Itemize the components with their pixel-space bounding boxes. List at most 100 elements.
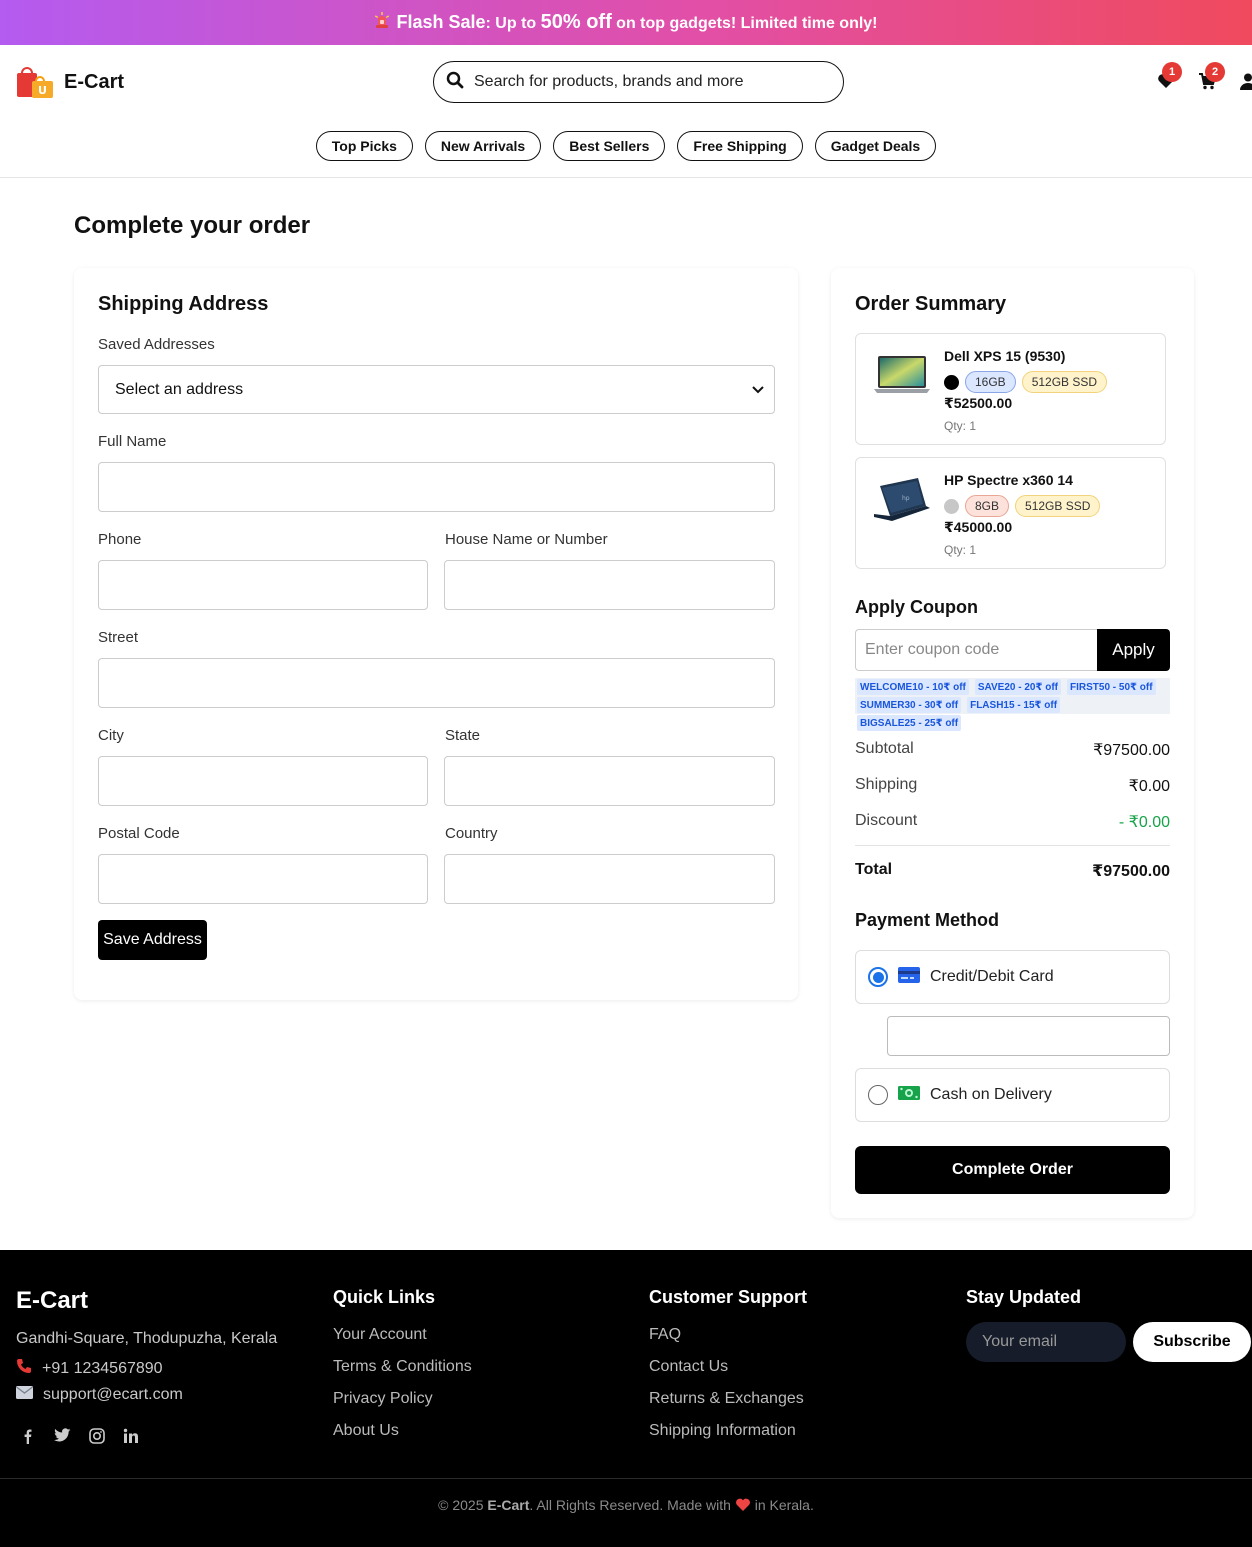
complete-order-button[interactable]: Complete Order bbox=[855, 1146, 1170, 1194]
country-input[interactable] bbox=[444, 854, 775, 904]
copy-text-2: . All Rights Reserved. Made with bbox=[529, 1497, 735, 1513]
house-input[interactable] bbox=[444, 560, 775, 610]
payment-option-cod[interactable]: Cash on Delivery bbox=[855, 1068, 1170, 1122]
subtotal-label: Subtotal bbox=[855, 740, 914, 757]
ram-tag: 8GB bbox=[965, 495, 1010, 517]
page-title: Complete your order bbox=[74, 212, 311, 239]
link-privacy[interactable]: Privacy Policy bbox=[333, 1390, 433, 1408]
coupon-code[interactable]: FIRST50 - 50₹ off bbox=[1067, 679, 1156, 695]
country-label: Country bbox=[445, 825, 498, 842]
link-shipping-info[interactable]: Shipping Information bbox=[649, 1422, 796, 1440]
pill-gadget-deals[interactable]: Gadget Deals bbox=[814, 131, 937, 161]
cash-icon bbox=[898, 1085, 920, 1106]
heart-icon bbox=[735, 1498, 751, 1515]
apply-coupon-button[interactable]: Apply bbox=[1097, 629, 1170, 671]
city-input[interactable] bbox=[98, 756, 428, 806]
instagram-icon[interactable] bbox=[89, 1428, 105, 1449]
state-input[interactable] bbox=[444, 756, 775, 806]
full-name-input[interactable] bbox=[98, 462, 775, 512]
subscribe-button[interactable]: Subscribe bbox=[1133, 1322, 1251, 1362]
card-label: Credit/Debit Card bbox=[930, 968, 1054, 985]
link-faq[interactable]: FAQ bbox=[649, 1326, 681, 1344]
shipping-value: ₹0.00 bbox=[1128, 778, 1170, 795]
siren-icon bbox=[374, 11, 390, 34]
coupon-code[interactable]: SAVE20 - 20₹ off bbox=[974, 679, 1061, 695]
link-contact[interactable]: Contact Us bbox=[649, 1358, 728, 1376]
coupon-code[interactable]: SUMMER30 - 30₹ off bbox=[857, 697, 962, 713]
newsletter-email-input[interactable]: Your email bbox=[966, 1322, 1126, 1362]
postal-code-input[interactable] bbox=[98, 854, 428, 904]
coupon-code-list: WELCOME10 - 10₹ off SAVE20 - 20₹ off FIR… bbox=[855, 678, 1170, 731]
banner-text-2: on top gadgets! Limited time only! bbox=[611, 15, 878, 32]
discount-row: Discount - ₹0.00 bbox=[855, 812, 1170, 832]
copy-text-3: in Kerala. bbox=[750, 1497, 814, 1513]
coupon-input[interactable] bbox=[855, 629, 1097, 671]
phone-icon bbox=[16, 1358, 32, 1379]
storage-tag: 512GB SSD bbox=[1015, 495, 1101, 517]
svg-text:hp: hp bbox=[902, 495, 910, 502]
footer-phone: +91 1234567890 bbox=[42, 1359, 163, 1377]
coupon-code[interactable]: BIGSALE25 - 25₹ off bbox=[857, 715, 962, 731]
coupon-code[interactable]: FLASH15 - 15₹ off bbox=[967, 697, 1061, 713]
search-bar[interactable] bbox=[433, 61, 844, 103]
link-returns[interactable]: Returns & Exchanges bbox=[649, 1390, 804, 1408]
header-icons: 1 2 bbox=[1152, 62, 1252, 97]
twitter-icon[interactable] bbox=[54, 1428, 71, 1449]
banner-bold: Flash Sale bbox=[396, 12, 486, 32]
pill-free-shipping[interactable]: Free Shipping bbox=[677, 131, 803, 161]
apply-coupon-title: Apply Coupon bbox=[855, 597, 978, 617]
copy-brand: E-Cart bbox=[487, 1497, 530, 1513]
total-label: Total bbox=[855, 861, 893, 878]
shipping-row: Shipping ₹0.00 bbox=[855, 776, 1170, 796]
link-terms[interactable]: Terms & Conditions bbox=[333, 1358, 472, 1376]
copy-text: © 2025 bbox=[438, 1497, 488, 1513]
facebook-icon[interactable] bbox=[20, 1428, 36, 1449]
subtotal-row: Subtotal ₹97500.00 bbox=[855, 740, 1170, 760]
coupon-code[interactable]: WELCOME10 - 10₹ off bbox=[857, 679, 969, 695]
cart-item: Dell XPS 15 (9530) 16GB 512GB SSD ₹52500… bbox=[855, 333, 1166, 445]
product-name: HP Spectre x360 14 bbox=[944, 472, 1073, 488]
pill-new-arrivals[interactable]: New Arrivals bbox=[424, 131, 542, 161]
wishlist-count-badge: 1 bbox=[1162, 62, 1182, 82]
saved-address-select[interactable]: Select an address bbox=[98, 365, 775, 414]
cod-radio[interactable] bbox=[868, 1085, 888, 1105]
cod-label: Cash on Delivery bbox=[930, 1086, 1052, 1103]
customer-support-title: Customer Support bbox=[649, 1287, 808, 1307]
site-header: U E-Cart 1 2 Top Picks New Arrivals Best… bbox=[0, 45, 1252, 178]
search-icon bbox=[446, 71, 464, 94]
phone-input[interactable] bbox=[98, 560, 428, 610]
user-icon[interactable] bbox=[1240, 73, 1252, 95]
ram-tag: 16GB bbox=[965, 371, 1016, 393]
save-address-button[interactable]: Save Address bbox=[98, 920, 207, 960]
shopping-bag-icon: U bbox=[16, 63, 54, 101]
product-price: ₹52500.00 bbox=[944, 395, 1013, 411]
pill-top-picks[interactable]: Top Picks bbox=[315, 131, 413, 161]
divider bbox=[855, 845, 1170, 846]
street-input[interactable] bbox=[98, 658, 775, 708]
banner-percent: 50% off bbox=[540, 11, 612, 33]
discount-value: - ₹0.00 bbox=[1118, 814, 1170, 831]
link-your-account[interactable]: Your Account bbox=[333, 1326, 427, 1344]
footer-divider bbox=[0, 1478, 1252, 1479]
card-radio[interactable] bbox=[868, 967, 888, 987]
payment-option-card[interactable]: Credit/Debit Card bbox=[855, 950, 1170, 1004]
flash-sale-banner: Flash Sale: Up to 50% off on top gadgets… bbox=[0, 0, 1252, 45]
state-label: State bbox=[445, 727, 481, 744]
total-row: Total ₹97500.00 bbox=[855, 861, 1170, 881]
product-qty: Qty: 1 bbox=[944, 543, 977, 557]
postal-code-label: Postal Code bbox=[98, 825, 180, 842]
search-input[interactable] bbox=[474, 73, 814, 91]
logo[interactable]: U E-Cart bbox=[16, 63, 124, 101]
discount-label: Discount bbox=[855, 812, 918, 829]
shipping-title: Shipping Address bbox=[98, 293, 269, 315]
footer-email-row: support@ecart.com bbox=[16, 1386, 183, 1404]
house-label: House Name or Number bbox=[445, 531, 608, 548]
linkedin-icon[interactable] bbox=[123, 1428, 139, 1449]
card-details-input[interactable] bbox=[887, 1016, 1170, 1056]
cart-count-badge: 2 bbox=[1205, 62, 1225, 82]
pill-best-sellers[interactable]: Best Sellers bbox=[553, 131, 666, 161]
product-qty: Qty: 1 bbox=[944, 419, 977, 433]
link-about[interactable]: About Us bbox=[333, 1422, 399, 1440]
category-pills: Top Picks New Arrivals Best Sellers Free… bbox=[0, 131, 1252, 161]
product-name: Dell XPS 15 (9530) bbox=[944, 348, 1066, 364]
